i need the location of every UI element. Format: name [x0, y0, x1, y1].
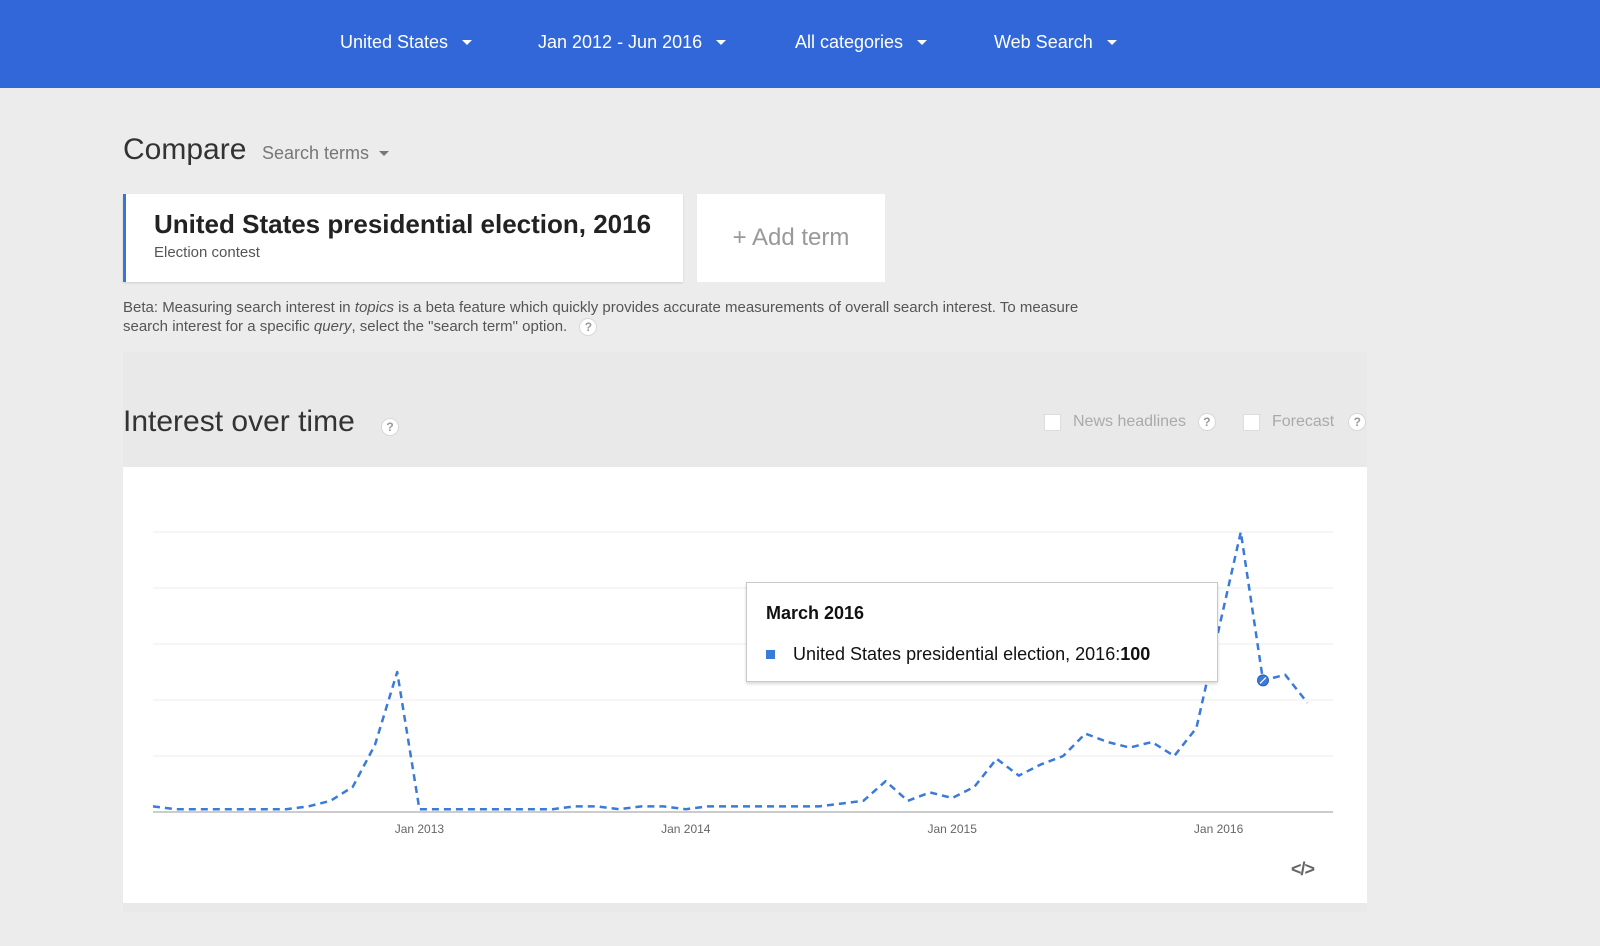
x-tick-label: Jan 2016	[1194, 822, 1244, 836]
help-icon[interactable]: ?	[381, 418, 399, 436]
add-term-button[interactable]: + Add term	[697, 194, 885, 282]
interest-heading: Interest over time	[123, 405, 355, 438]
series-color-swatch	[766, 650, 775, 659]
chevron-down-icon	[1106, 39, 1117, 45]
search-type-dropdown[interactable]: Web Search	[994, 28, 1117, 56]
forecast-checkbox[interactable]	[1243, 413, 1260, 431]
chart-tooltip: March 2016 United States presidential el…	[746, 582, 1218, 682]
region-filter-label: United States	[340, 31, 449, 52]
embed-code-icon[interactable]: </>	[1291, 859, 1315, 880]
interest-chart-card: Jan 2013 Jan 2014 Jan 2015 Jan 2016 March 2…	[123, 467, 1367, 903]
date-range-label: Jan 2012 - Jun 2016	[538, 31, 703, 52]
beta-note: Beta: Measuring search interest in topic…	[123, 298, 1123, 337]
forecast-option: Forecast ?	[1243, 413, 1367, 431]
beta-note-text: , select the "search term" option.	[351, 318, 568, 335]
top-filter-bar: United States Jan 2012 - Jun 2016 All ca…	[0, 0, 1600, 88]
region-filter-dropdown[interactable]: United States	[340, 28, 473, 56]
chevron-down-icon	[917, 39, 928, 45]
chevron-down-icon	[379, 151, 390, 156]
chevron-down-icon	[462, 39, 473, 45]
beta-note-emphasis: query	[313, 318, 352, 335]
compare-mode-label: Search terms	[262, 143, 370, 163]
tooltip-series-row: United States presidential election, 201…	[766, 644, 1150, 665]
category-dropdown[interactable]: All categories	[795, 28, 928, 56]
category-label: All categories	[795, 31, 904, 52]
beta-note-text: Beta: Measuring search interest in	[123, 299, 355, 316]
compare-heading: Compare	[123, 133, 247, 166]
news-headlines-option: News headlines ?	[1044, 413, 1216, 431]
x-tick-label: Jan 2013	[395, 822, 445, 836]
help-icon[interactable]: ?	[1197, 413, 1216, 431]
term-name: United States presidential election, 201…	[154, 209, 652, 239]
help-icon[interactable]: ?	[579, 318, 598, 337]
interest-line-chart[interactable]: Jan 2013 Jan 2014 Jan 2015 Jan 2016	[123, 467, 1367, 903]
x-tick-label: Jan 2015	[928, 822, 978, 836]
search-term-card[interactable]: United States presidential election, 201…	[123, 194, 683, 282]
date-range-dropdown[interactable]: Jan 2012 - Jun 2016	[538, 28, 727, 56]
compare-mode-dropdown[interactable]: Search terms	[262, 143, 390, 164]
chevron-down-icon	[716, 39, 727, 45]
help-icon[interactable]: ?	[1348, 413, 1367, 431]
forecast-label: Forecast	[1272, 413, 1335, 430]
x-tick-label: Jan 2014	[661, 822, 711, 836]
news-headlines-label: News headlines	[1073, 413, 1186, 430]
tooltip-date: March 2016	[766, 603, 865, 623]
tooltip-value: 100	[1120, 644, 1151, 664]
search-type-label: Web Search	[994, 31, 1093, 52]
beta-note-emphasis: topics	[354, 299, 394, 316]
tooltip-series-name: United States presidential election, 201…	[793, 644, 1116, 664]
term-type: Election contest	[154, 244, 260, 261]
news-headlines-checkbox[interactable]	[1044, 413, 1061, 431]
